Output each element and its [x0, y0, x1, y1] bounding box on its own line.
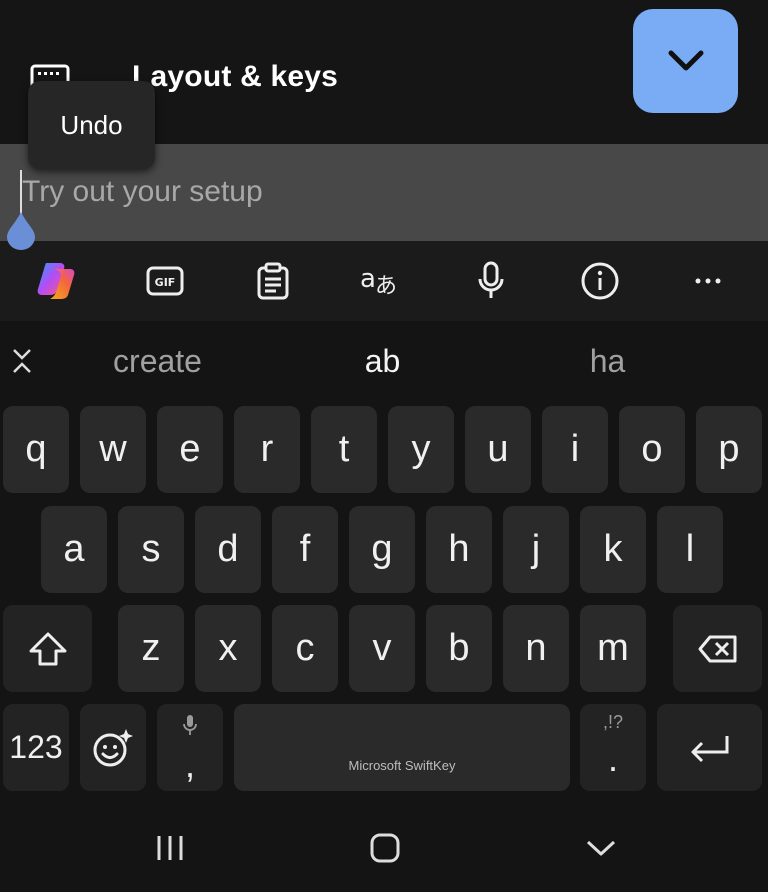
keyboard-toolbar: GIF a あ — [0, 241, 768, 321]
suggestion-item[interactable]: create — [60, 321, 255, 401]
translate-icon: a あ — [360, 264, 397, 299]
key-u[interactable]: u — [465, 406, 531, 493]
recent-apps-button[interactable] — [140, 825, 200, 871]
cursor-handle-icon[interactable] — [6, 212, 36, 250]
info-button[interactable] — [560, 241, 640, 321]
system-nav-bar — [0, 800, 768, 892]
home-button[interactable] — [355, 825, 415, 871]
enter-key[interactable] — [657, 704, 762, 791]
svg-text:GIF: GIF — [155, 276, 176, 289]
comma-label: , — [184, 744, 195, 785]
suggestion-item[interactable]: ha — [510, 321, 705, 401]
key-a[interactable]: a — [41, 506, 107, 593]
test-input[interactable] — [20, 164, 742, 220]
backspace-key[interactable] — [673, 605, 762, 692]
key-h[interactable]: h — [426, 506, 492, 593]
key-v[interactable]: v — [349, 605, 415, 692]
info-icon — [581, 262, 619, 300]
emoji-sparkle-icon — [93, 728, 133, 766]
enter-icon — [691, 735, 728, 762]
suggestion-item[interactable]: ab — [285, 321, 480, 401]
numbers-key[interactable]: 123 — [3, 704, 69, 791]
key-s[interactable]: s — [118, 506, 184, 593]
key-n[interactable]: n — [503, 605, 569, 692]
svg-text:あ: あ — [375, 274, 397, 299]
key-r[interactable]: r — [234, 406, 300, 493]
undo-label: Undo — [60, 109, 123, 140]
key-p[interactable]: p — [696, 406, 762, 493]
collapse-keyboard-button[interactable] — [633, 9, 738, 113]
key-l[interactable]: l — [657, 506, 723, 593]
clipboard-icon — [257, 262, 289, 300]
shift-key[interactable] — [3, 605, 92, 692]
key-z[interactable]: z — [118, 605, 184, 692]
key-w[interactable]: w — [80, 406, 146, 493]
gif-icon: GIF — [146, 266, 184, 296]
more-options-button[interactable] — [668, 241, 748, 321]
microphone-hint-icon — [183, 715, 197, 735]
keyboard-brand: Microsoft SwiftKey — [348, 758, 456, 773]
back-icon — [586, 840, 616, 856]
chevron-down-icon — [668, 50, 703, 71]
key-e[interactable]: e — [157, 406, 223, 493]
key-c[interactable]: c — [272, 605, 338, 692]
more-icon — [695, 278, 721, 284]
comma-key[interactable]: , — [157, 704, 223, 791]
key-y[interactable]: y — [388, 406, 454, 493]
emoji-key[interactable] — [80, 704, 146, 791]
key-o[interactable]: o — [619, 406, 685, 493]
svg-text:a: a — [360, 264, 376, 294]
recent-apps-icon — [157, 836, 183, 860]
shift-icon — [29, 632, 66, 665]
home-icon — [370, 833, 400, 863]
clipboard-button[interactable] — [233, 241, 313, 321]
page-title: Layout & keys — [132, 60, 339, 93]
voice-input-button[interactable] — [451, 241, 531, 321]
key-f[interactable]: f — [272, 506, 338, 593]
key-j[interactable]: j — [503, 506, 569, 593]
spacebar-key[interactable]: Microsoft SwiftKey — [234, 704, 570, 791]
backspace-icon — [698, 635, 736, 662]
punctuation-hint: ,!? — [602, 712, 623, 732]
translator-button[interactable]: a あ — [342, 241, 422, 321]
key-q[interactable]: q — [3, 406, 69, 493]
key-t[interactable]: t — [311, 406, 377, 493]
copilot-button[interactable] — [16, 241, 96, 321]
key-d[interactable]: d — [195, 506, 261, 593]
key-g[interactable]: g — [349, 506, 415, 593]
key-x[interactable]: x — [195, 605, 261, 692]
key-i[interactable]: i — [542, 406, 608, 493]
period-label: . — [607, 738, 618, 779]
back-button[interactable] — [571, 825, 631, 871]
gif-button[interactable]: GIF — [125, 241, 205, 321]
key-b[interactable]: b — [426, 605, 492, 692]
undo-tooltip[interactable]: Undo — [28, 81, 155, 169]
period-key[interactable]: ,!? . — [580, 704, 646, 791]
collapse-suggestions-button[interactable] — [0, 321, 44, 401]
key-k[interactable]: k — [580, 506, 646, 593]
text-cursor — [20, 170, 22, 216]
microphone-icon — [478, 261, 504, 298]
collapse-suggestions-icon — [13, 349, 31, 373]
copilot-icon — [37, 263, 75, 299]
key-m[interactable]: m — [580, 605, 646, 692]
